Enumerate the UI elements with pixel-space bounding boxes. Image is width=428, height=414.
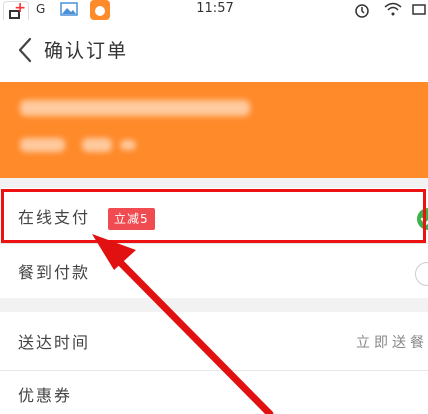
network-indicator: G: [36, 2, 46, 16]
signal-icon: [412, 4, 426, 15]
alarm-icon: [355, 4, 369, 18]
payment-cod-label: 餐到付款: [18, 263, 91, 282]
page-title: 确认订单: [44, 40, 129, 62]
highlight-box: [1, 189, 426, 243]
coupon-row[interactable]: 优惠券: [0, 371, 428, 414]
back-icon[interactable]: [16, 37, 34, 63]
app-notification-icon: [90, 0, 110, 20]
status-bar: + G 11:57: [0, 0, 428, 23]
image-icon: [60, 2, 78, 16]
coupon-label: 优惠券: [18, 386, 73, 405]
page-header: 确认订单: [0, 20, 428, 82]
delivery-time-row[interactable]: 送达时间 立即送餐: [0, 312, 428, 370]
address-banner[interactable]: [0, 82, 428, 178]
status-time: 11:57: [196, 1, 234, 16]
payment-option-cod[interactable]: 餐到付款: [0, 244, 428, 298]
delivery-time-label: 送达时间: [18, 333, 91, 352]
delivery-time-value: 立即送餐: [356, 335, 428, 351]
wifi-icon: [384, 2, 402, 16]
